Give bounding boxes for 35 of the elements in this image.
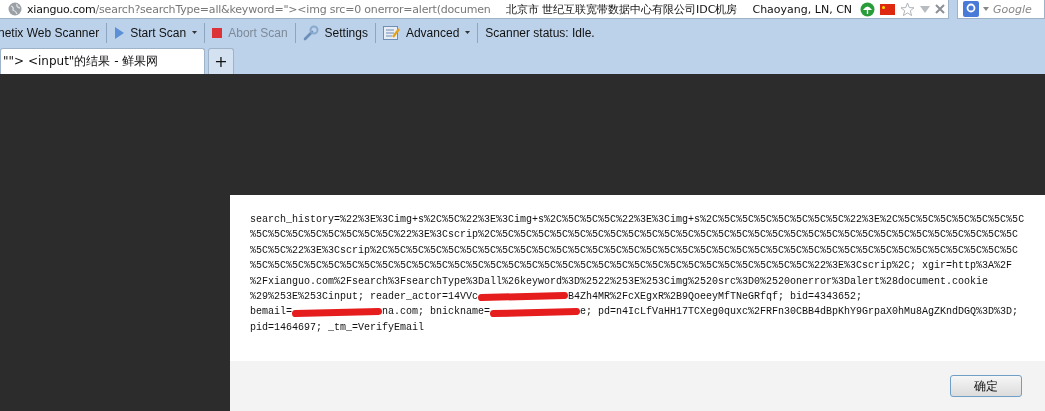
cookie-text: %5C%5C%5C%5C%5C%5C%5C%5C%5C%5C%5C%5C%5C%5C%5C%5C%5C%5C%5C%5C%5C%5C%5C%5C%5C%5C%5C%5C%5C%5C%5C%22%3E%3Cscrip%2C; xgir=http%3A%2F: [250, 259, 1013, 274]
scanner-status: Scanner status: Idle.: [484, 25, 596, 40]
cookie-text: %5C%5C%5C%5C%5C%5C%5C%5C%22%3E%3Cscrip%2C%5C%5C%5C%5C%5C%5C%5C%5C%5C%5C%5C%5C%5C%5C%5C%5C%5C%5C%5C%5C%5C%5C%5C%5C%5C%5C%5C%5C%5C: [250, 228, 1019, 243]
city-text: Chaoyang, LN, CN: [752, 2, 853, 16]
search-field[interactable]: Google: [957, 0, 1045, 19]
cookie-text: search_history=%22%3E%3Cimg+s%2C%5C%22%3E%3Cimg+s%2C%5C%5C%5C%22%3E%3Cimg+s%2C%5C%5C%5C%5C%5C%5C%5C%22%3E%2C%5C%5C%5C%5C%5C%5C%5C: [250, 213, 1025, 227]
start-button[interactable]: Start Scan: [111, 25, 201, 40]
notepad-icon: [382, 25, 400, 40]
cookie-text: %5C%5C%22%3E%3Cscrip%2C%5C%5C%5C%5C%5C%5C%5C%5C%5C%5C%5C%5C%5C%5C%5C%5C%5C%5C%5C%5C%5C%5C%5C%5C%5C%5C%5C%5C%5C%5C%5C%5C%5C%5C%5C: [250, 243, 1019, 258]
cookie-text: pid=1464697; _tm_=VerifyEmail: [250, 320, 425, 335]
stop-icon: [212, 27, 223, 38]
dropdown-icon[interactable]: [920, 5, 931, 13]
umbrella-icon[interactable]: [860, 1, 876, 17]
play-icon: [114, 26, 125, 39]
cookie-text: e; pd=n4IcLfVaHH17TCXeg0quxc%2FRFn30CBB4dBpKhY9GrpaX0hMu8AgZKndDGQ%3D%3D;: [580, 305, 1019, 320]
caret-icon[interactable]: [983, 7, 989, 11]
settings-button[interactable]: Settings: [299, 24, 371, 41]
caret-icon: [465, 31, 471, 34]
close-icon[interactable]: [935, 4, 946, 14]
new-tab-button[interactable]: +: [208, 48, 234, 74]
browser-tab[interactable]: ""> <input"的结果 - 鲜果网: [0, 48, 205, 74]
cookie-text: %29%253E%253Cinput; reader_actor=14VVc: [250, 290, 479, 305]
advanced-button[interactable]: Advanced: [379, 25, 474, 40]
cookie-text: B4Zh4MR%2FcXEgxR%2B9QoeeyMfTNeGRfqf; bid=4343652;: [568, 290, 863, 305]
ok-button[interactable]: 确定: [950, 375, 1022, 397]
url-text: xianguo.com/search?searchType=all&keyword="><img src=0 onerror=alert(documen: [27, 2, 491, 16]
server-location: 北京市 世纪互联宽带数据中心有限公司IDC机房: [505, 1, 738, 17]
cookie-text: %2Fxianguo.com%2Fsearch%3FsearchType%3Dall%26keyword%3D%2522%253E%253Cimg%2520src%3D0%2520onerror%3Dalert%28document.cookie: [250, 274, 989, 289]
cookie-text: bemail=: [250, 305, 292, 320]
address-bar[interactable]: xianguo.com/search?searchType=all&keyword="><img src=0 onerror=alert(documen 北京市 世纪互联宽带数据中心有限公司IDC机房 Chaoyang, LN, CN: [0, 0, 949, 19]
flag-icon: [880, 3, 896, 15]
caret-icon: [192, 31, 198, 34]
star-icon[interactable]: [900, 1, 916, 17]
globe-icon: [8, 2, 22, 16]
cookie-text: na.com; bnickname=: [382, 305, 491, 320]
